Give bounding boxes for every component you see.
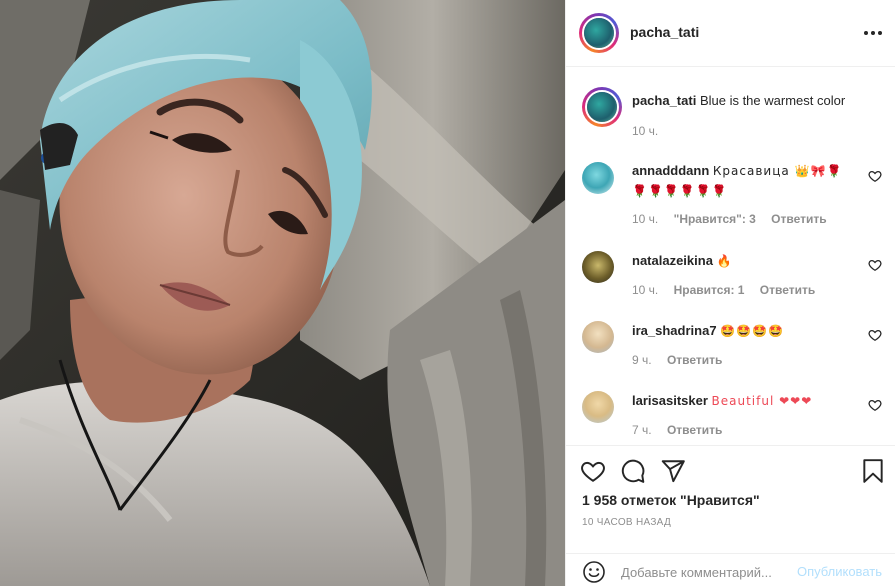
reply-button[interactable]: Ответить xyxy=(760,283,815,297)
caption-avatar[interactable] xyxy=(582,87,622,127)
add-comment-bar: Опубликовать xyxy=(566,553,895,586)
comment-meta: 7 ч. Ответить xyxy=(632,423,734,437)
comment-time[interactable]: 10 ч. xyxy=(632,283,658,297)
comment-meta: 10 ч. Нравится: 1 Ответить xyxy=(632,283,827,297)
comment-input[interactable] xyxy=(621,562,791,582)
publish-button[interactable]: Опубликовать xyxy=(797,564,882,579)
caption-text: Blue is the warmest color xyxy=(699,93,846,108)
bookmark-icon[interactable] xyxy=(860,458,886,484)
comment-username[interactable]: larisasitsker xyxy=(632,393,708,408)
comment-likes-count[interactable]: Нравится: 1 xyxy=(674,283,745,297)
heart-icon[interactable] xyxy=(580,458,606,484)
author-username[interactable]: pacha_tati xyxy=(630,24,699,40)
comment-username[interactable]: annadddann xyxy=(632,163,709,178)
comment-username[interactable]: ira_shadrina7 xyxy=(632,323,717,338)
comment-meta: 9 ч. Ответить xyxy=(632,353,734,367)
comment-time[interactable]: 7 ч. xyxy=(632,423,652,437)
caption-meta: 10 ч. xyxy=(632,124,670,138)
comment-time[interactable]: 9 ч. xyxy=(632,353,652,367)
comment-likes-count[interactable]: "Нравится": 3 xyxy=(674,212,756,226)
comment-body: annadddann Красавица 👑🎀🌹 🌹🌹🌹🌹🌹🌹 xyxy=(632,161,857,201)
comment-text: Beautiful ❤❤❤ xyxy=(711,394,813,408)
comment-body: larisasitsker Beautiful ❤❤❤ xyxy=(632,391,857,411)
comment-icon[interactable] xyxy=(620,458,646,484)
commenter-avatar[interactable] xyxy=(582,321,614,353)
reply-button[interactable]: Ответить xyxy=(667,353,722,367)
comment-heart-icon[interactable] xyxy=(868,169,882,183)
commenter-avatar[interactable] xyxy=(582,162,614,194)
post-photo[interactable] xyxy=(0,0,565,586)
reply-button[interactable]: Ответить xyxy=(771,212,826,226)
comment-heart-icon[interactable] xyxy=(868,398,882,412)
comment-body: natalazeikina 🔥 xyxy=(632,251,857,271)
instagram-post: pacha_tati pacha_tati Blue is the warmes… xyxy=(0,0,895,586)
commenter-avatar[interactable] xyxy=(582,251,614,283)
more-horizontal-icon[interactable] xyxy=(862,22,884,44)
commenter-avatar[interactable] xyxy=(582,391,614,423)
post-time-ago[interactable]: 10 часов назад xyxy=(582,517,671,528)
comment-meta: 10 ч. "Нравится": 3 Ответить xyxy=(632,212,839,226)
comment-body: ira_shadrina7 🤩🤩🤩🤩 xyxy=(632,321,857,341)
post-side-panel: pacha_tati pacha_tati Blue is the warmes… xyxy=(565,0,895,586)
comment-username[interactable]: natalazeikina xyxy=(632,253,713,268)
send-icon[interactable] xyxy=(660,458,686,484)
likes-count[interactable]: 1 958 отметок "Нравится" xyxy=(582,492,760,508)
comment-heart-icon[interactable] xyxy=(868,258,882,272)
smile-icon[interactable] xyxy=(582,560,606,584)
author-avatar[interactable] xyxy=(579,13,619,53)
post-header: pacha_tati xyxy=(566,0,895,67)
comment-text: 🔥 xyxy=(716,254,733,268)
caption-username[interactable]: pacha_tati xyxy=(632,93,696,108)
post-actions: 1 958 отметок "Нравится" 10 часов назад … xyxy=(566,445,895,586)
caption-body: pacha_tati Blue is the warmest color xyxy=(632,91,857,110)
reply-button[interactable]: Ответить xyxy=(667,423,722,437)
caption-time[interactable]: 10 ч. xyxy=(632,124,658,138)
selfie-image xyxy=(0,0,565,586)
comment-time[interactable]: 10 ч. xyxy=(632,212,658,226)
comments-list: pacha_tati Blue is the warmest color 10 … xyxy=(566,68,895,445)
comment-heart-icon[interactable] xyxy=(868,328,882,342)
comment-text: 🤩🤩🤩🤩 xyxy=(720,324,784,338)
